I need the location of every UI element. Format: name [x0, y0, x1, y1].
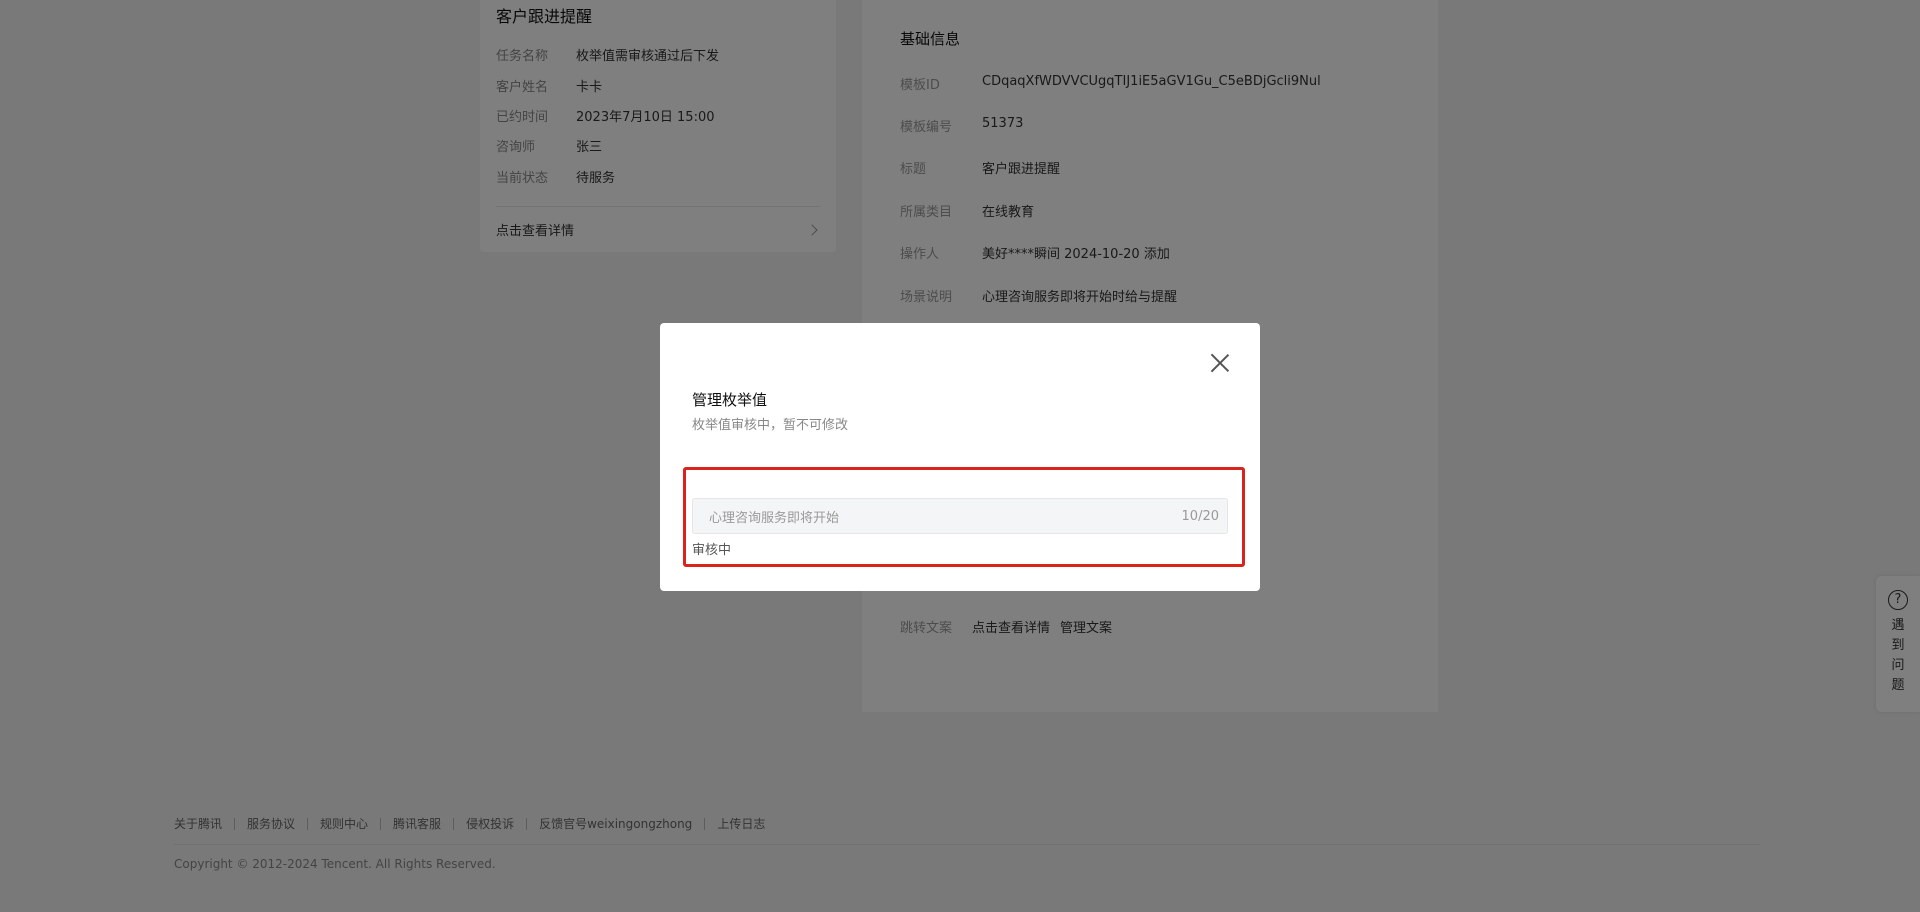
enum-input-value: 心理咨询服务即将开始: [709, 510, 840, 526]
manage-enum-dialog: 管理枚举值 枚举值审核中，暂不可修改 心理咨询服务即将开始 10/20 审核中: [660, 323, 1260, 591]
enum-value-input[interactable]: 心理咨询服务即将开始 10/20: [692, 498, 1228, 534]
close-icon[interactable]: [1210, 353, 1230, 373]
dialog-description: 枚举值审核中，暂不可修改: [692, 418, 849, 433]
page: 客户跟进提醒 任务名称 枚举值需审核通过后下发 客户姓名 卡卡 已约时间 202…: [0, 0, 1920, 912]
dialog-title: 管理枚举值: [692, 391, 768, 409]
review-status: 审核中: [692, 543, 732, 558]
char-counter: 10/20: [1181, 508, 1219, 524]
